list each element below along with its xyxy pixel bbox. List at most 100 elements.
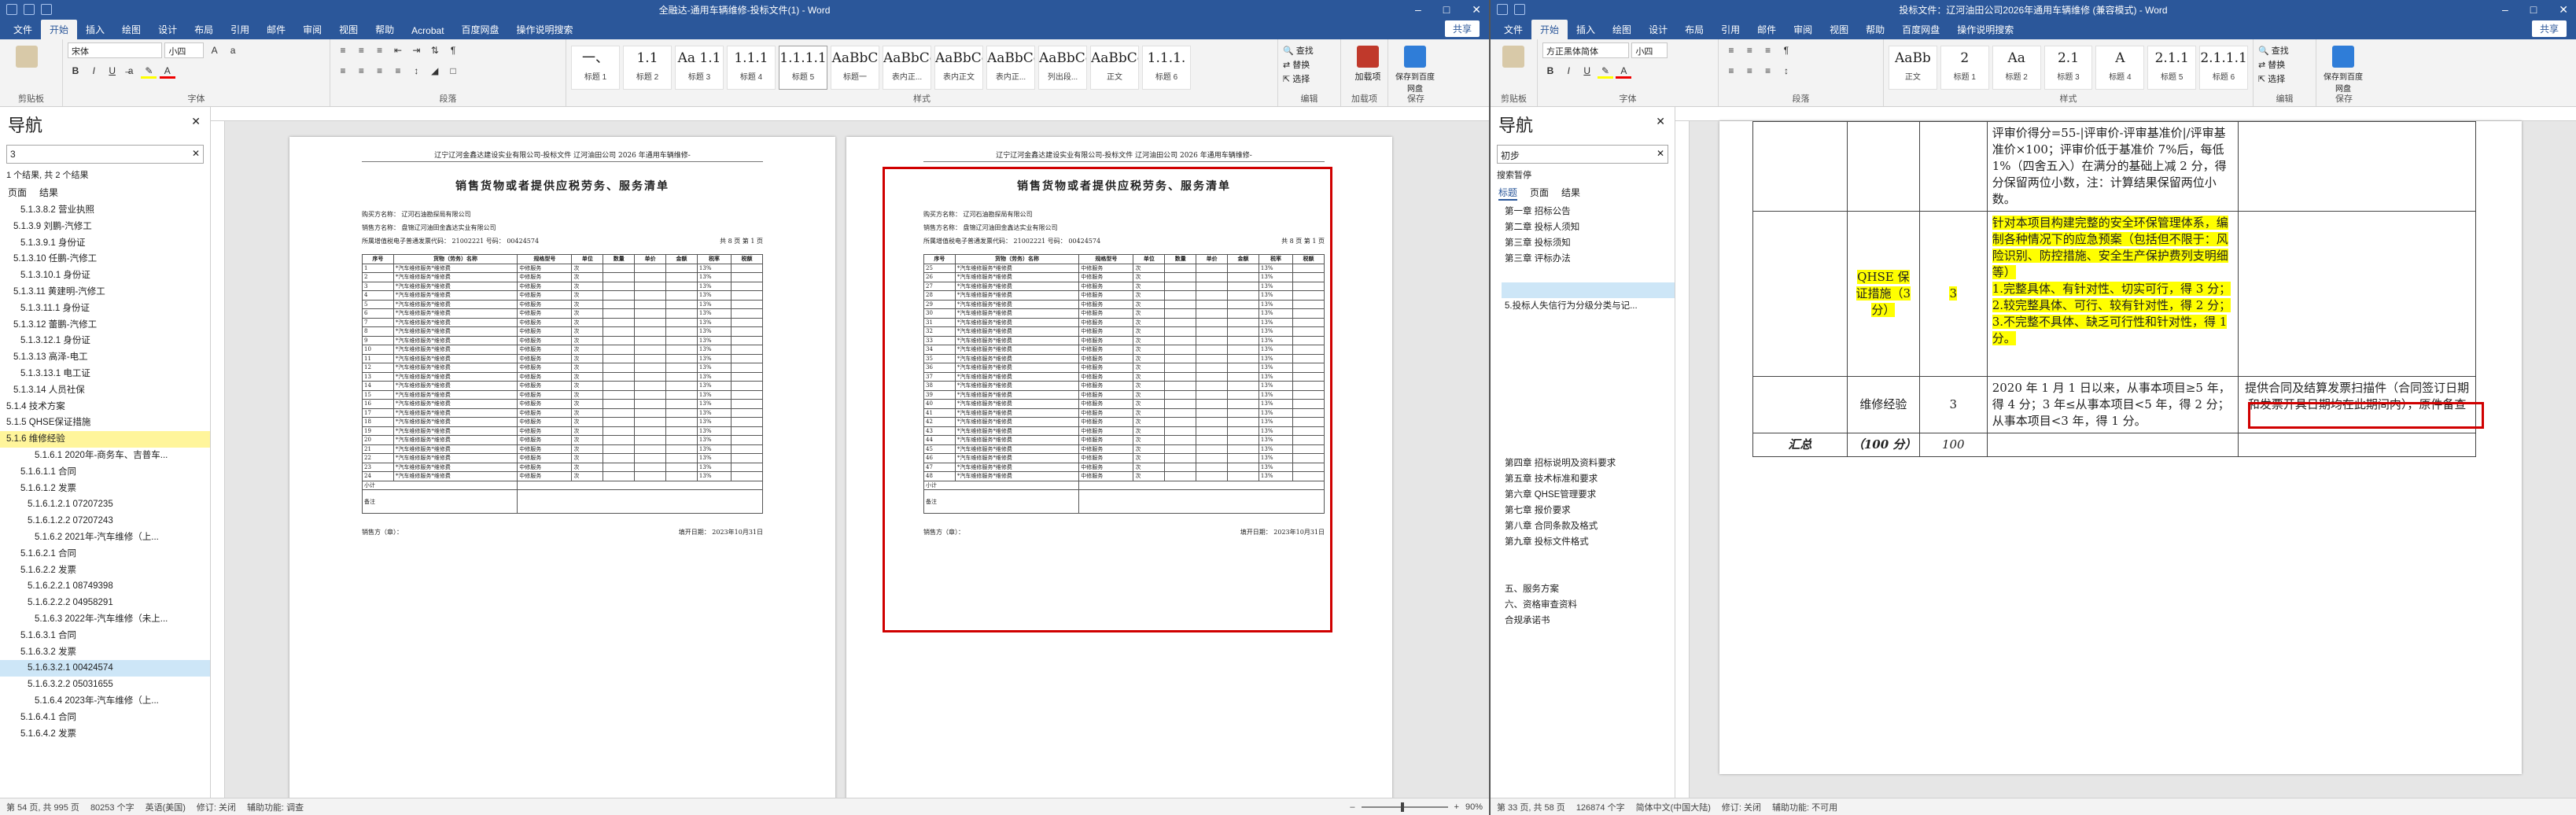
nav-heading-item[interactable]: 5.1.3.10 任鹏-汽修工 <box>0 251 210 267</box>
style-item[interactable]: AaBbC 标题一 <box>831 46 879 90</box>
shading-icon[interactable]: ◢ <box>427 63 443 79</box>
close-icon[interactable]: ✕ <box>2559 3 2568 17</box>
undo-icon[interactable] <box>41 4 52 15</box>
tab-baidu[interactable]: 百度网盘 <box>1893 20 1948 39</box>
tab-review[interactable]: 审阅 <box>294 20 330 39</box>
nav-heading-item[interactable]: 六、资格审查资料 <box>1502 597 1675 613</box>
share-button[interactable]: 共享 <box>1444 20 1480 37</box>
tab-references[interactable]: 引用 <box>222 20 258 39</box>
total-score-cell[interactable]: 100 <box>1918 433 1988 457</box>
nav-search-input[interactable]: 3 ✕ <box>6 145 204 164</box>
multilevel-list-icon[interactable]: ≡ <box>372 42 388 58</box>
nav-heading-item[interactable]: 5.1.6.2 2021年-汽车维修（上... <box>0 529 210 546</box>
style-item[interactable]: 2.1 标题 3 <box>2043 46 2093 90</box>
nav-heading-item[interactable]: 5.1.6.2.2.2 04958291 <box>0 595 210 611</box>
nav-heading-item[interactable]: 5.1.6 维修经验 <box>0 431 210 448</box>
maximize-icon[interactable]: □ <box>2530 3 2537 17</box>
align-center-icon[interactable]: ≡ <box>353 63 369 79</box>
nav-heading-item[interactable]: 5.1.6.3.1 合同 <box>0 628 210 644</box>
numbering-icon[interactable]: ≡ <box>1741 42 1757 58</box>
show-marks-icon[interactable]: ¶ <box>1778 42 1794 58</box>
nav-heading-item[interactable]: 5.1.6.1.2.1 07207235 <box>0 496 210 513</box>
scoring-formula-cell[interactable]: 评审价得分=55-|评审价-评审基准价|/评审基准价×100；评审价低于基准价 … <box>1986 121 2239 212</box>
nav-heading-item[interactable]: 5.投标人失信行为分级分类与记... <box>1502 298 1675 314</box>
close-icon[interactable]: ✕ <box>1472 3 1481 17</box>
tab-acrobat[interactable]: Acrobat <box>403 22 452 39</box>
tab-review[interactable]: 审阅 <box>1785 20 1821 39</box>
nav-heading-item[interactable]: 5.1.3.13 高泽-电工 <box>0 349 210 366</box>
nav-search-input[interactable]: 初步 ✕ <box>1497 145 1668 164</box>
nav-heading-item[interactable]: 5.1.3.9.1 身份证 <box>0 235 210 252</box>
clear-search-icon[interactable]: ✕ <box>192 148 200 159</box>
find-button[interactable]: 🔍 查找 <box>2258 44 2311 57</box>
nav-heading-item[interactable]: 5.1.3.11.1 身份证 <box>0 301 210 317</box>
tab-references[interactable]: 引用 <box>1712 20 1749 39</box>
bold-icon[interactable]: B <box>68 63 83 79</box>
minimize-icon[interactable]: – <box>1415 3 1421 17</box>
tab-mailings[interactable]: 邮件 <box>258 20 294 39</box>
shrink-font-icon[interactable]: a <box>225 42 241 58</box>
nav-heading-item[interactable]: 5.1.6.4 2023年-汽车维修（上... <box>0 693 210 710</box>
style-item[interactable]: 1.1.1 标题 4 <box>727 46 776 90</box>
share-button[interactable]: 共享 <box>2531 20 2567 37</box>
nav-heading-item[interactable]: 5.1.6.2.1 合同 <box>0 546 210 562</box>
nav-heading-item[interactable]: 第三章 评标办法 <box>1502 251 1675 267</box>
language[interactable]: 英语(美国) <box>146 801 186 813</box>
line-spacing-icon[interactable]: ↕ <box>1778 63 1794 79</box>
nav-heading-item[interactable]: 第七章 报价要求 <box>1502 503 1675 518</box>
language[interactable]: 简体中文(中国大陆) <box>1636 801 1711 813</box>
nav-heading-item[interactable]: 5.1.6.2.2.1 08749398 <box>0 578 210 595</box>
style-item[interactable]: 1.1.1. 标题 6 <box>1142 46 1191 90</box>
tab-view[interactable]: 视图 <box>330 20 367 39</box>
minimize-icon[interactable]: – <box>2502 3 2508 17</box>
italic-icon[interactable]: I <box>1561 63 1576 79</box>
zoom-level[interactable]: 90% <box>1465 802 1483 812</box>
tab-help[interactable]: 帮助 <box>367 20 403 39</box>
nav-heading-item[interactable]: 合规承诺书 <box>1502 613 1675 629</box>
underline-icon[interactable]: U <box>1579 63 1595 79</box>
underline-icon[interactable]: U <box>105 63 120 79</box>
decrease-indent-icon[interactable]: ⇤ <box>390 42 406 58</box>
nav-heading-item[interactable]: 5.1.5 QHSE保证措施 <box>0 415 210 431</box>
nav-heading-item[interactable]: 第一章 招标公告 <box>1502 204 1675 219</box>
nav-tab-results[interactable]: 结果 <box>39 186 58 199</box>
page-count[interactable]: 第 54 页, 共 995 页 <box>6 801 79 813</box>
paste-button[interactable] <box>5 42 49 68</box>
nav-heading-item[interactable]: 5.1.6.4.2 发票 <box>0 726 210 743</box>
style-item[interactable]: 一、 标题 1 <box>571 46 620 90</box>
nav-heading-item[interactable]: 5.1.6.1.1 合同 <box>0 464 210 481</box>
style-item[interactable]: A 标题 4 <box>2095 46 2145 90</box>
autosave-icon[interactable] <box>6 4 17 15</box>
style-item[interactable]: AaBbCcDd表内正文 <box>934 46 983 90</box>
accessibility[interactable]: 辅助功能: 调查 <box>247 801 304 813</box>
nav-heading-item[interactable]: 5.1.6.1 2020年-商务车、吉普车... <box>0 448 210 464</box>
highlight-icon[interactable]: ✎ <box>141 63 157 79</box>
nav-heading-item[interactable]: 5.1.3.14 人员社保 <box>0 382 210 399</box>
total-label-cell[interactable]: 汇总 <box>1752 433 1848 457</box>
tell-me-search[interactable]: 操作说明搜索 <box>1948 20 2022 39</box>
align-right-icon[interactable]: ≡ <box>1760 63 1776 79</box>
nav-heading-item[interactable]: 5.1.3.8.2 营业执照 <box>0 202 210 219</box>
replace-button[interactable]: ⇄ 替换 <box>2258 58 2311 71</box>
style-item[interactable]: 2 标题 1 <box>1940 46 1989 90</box>
style-item[interactable]: 2.1.1.1 标题 6 <box>2199 46 2249 90</box>
tab-insert[interactable]: 插入 <box>77 20 113 39</box>
select-button[interactable]: ⇱ 选择 <box>2258 72 2311 85</box>
maximize-icon[interactable]: □ <box>1443 3 1450 17</box>
save-to-baidu-button[interactable]: 保存到百度网盘 <box>2321 42 2365 94</box>
track-changes[interactable]: 修订: 关闭 <box>197 801 236 813</box>
nav-heading-item[interactable]: 5.1.3.12 蕾鹏-汽修工 <box>0 317 210 334</box>
nav-heading-item[interactable]: 5.1.6.3.2.2 05031655 <box>0 677 210 693</box>
bullets-icon[interactable]: ≡ <box>1723 42 1739 58</box>
select-button[interactable]: ⇱ 选择 <box>1283 72 1336 85</box>
tab-help[interactable]: 帮助 <box>1857 20 1893 39</box>
borders-icon[interactable]: □ <box>445 63 461 79</box>
nav-heading-item[interactable]: 5.1.6.3.2 发票 <box>0 644 210 661</box>
italic-icon[interactable]: I <box>86 63 101 79</box>
highlight-icon[interactable]: ✎ <box>1598 63 1614 79</box>
tab-design[interactable]: 设计 <box>149 20 186 39</box>
track-changes[interactable]: 修订: 关闭 <box>1722 801 1761 813</box>
save-icon[interactable] <box>24 4 35 15</box>
tab-home[interactable]: 开始 <box>1531 20 1568 39</box>
style-item[interactable]: 1.1 标题 2 <box>623 46 672 90</box>
